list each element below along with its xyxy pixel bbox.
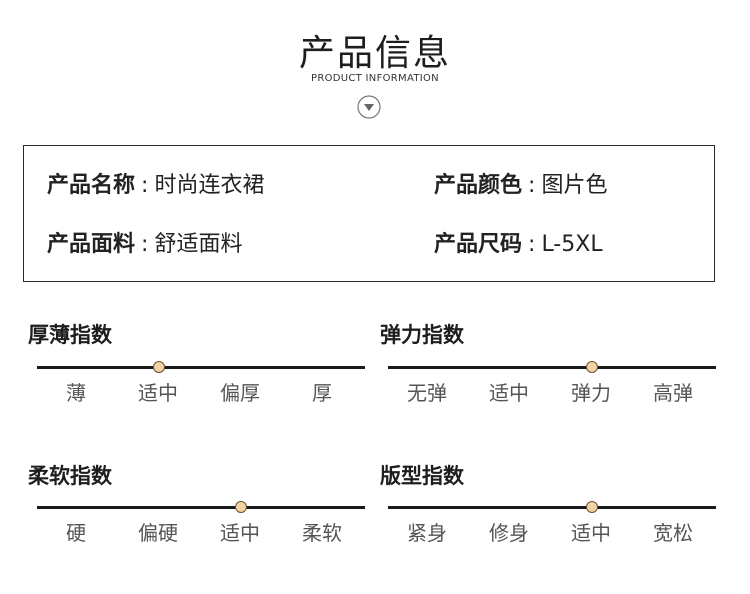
elasticity-option: 无弹 — [407, 381, 447, 405]
thickness-option: 偏厚 — [220, 381, 260, 405]
softness-option: 硬 — [66, 521, 86, 545]
thickness-option: 薄 — [66, 381, 86, 405]
product-fabric-value: 舒适面料 — [154, 232, 243, 257]
elasticity-option: 弹力 — [571, 381, 611, 405]
thickness-index-title: 厚薄指数 — [28, 323, 112, 347]
softness-option: 偏硬 — [138, 521, 178, 545]
thickness-option: 厚 — [312, 381, 332, 405]
softness-option: 适中 — [220, 521, 260, 545]
chevron-down-circle-icon — [357, 95, 381, 119]
product-size-value: L-5XL — [541, 232, 603, 257]
separator: : — [528, 173, 536, 198]
product-fabric-label: 产品面料 — [47, 232, 136, 257]
thickness-option: 适中 — [138, 381, 178, 405]
product-fabric-row: 产品面料: 舒适面料 — [47, 226, 242, 258]
elasticity-index-title: 弹力指数 — [380, 323, 464, 347]
softness-scale-line — [37, 506, 365, 509]
fit-scale-line — [388, 506, 716, 509]
product-name-value: 时尚连衣裙 — [154, 173, 265, 198]
product-color-row: 产品颜色: 图片色 — [434, 167, 607, 199]
fit-scale-marker — [586, 501, 598, 513]
softness-option: 柔软 — [302, 521, 342, 545]
product-info-box: 产品名称: 时尚连衣裙 产品颜色: 图片色 产品面料: 舒适面料 产品尺码: L-5XL — [23, 145, 715, 282]
elasticity-option: 高弹 — [653, 381, 693, 405]
fit-option: 紧身 — [407, 521, 447, 545]
elasticity-scale-marker — [586, 361, 598, 373]
thickness-scale-marker — [153, 361, 165, 373]
separator: : — [528, 232, 536, 257]
softness-scale-marker — [235, 501, 247, 513]
separator: : — [141, 232, 149, 257]
elasticity-scale-line — [388, 366, 716, 369]
softness-index-title: 柔软指数 — [28, 464, 112, 488]
fit-option: 适中 — [571, 521, 611, 545]
product-name-row: 产品名称: 时尚连衣裙 — [47, 167, 264, 199]
product-name-label: 产品名称 — [47, 173, 136, 198]
fit-option: 修身 — [489, 521, 529, 545]
product-color-label: 产品颜色 — [434, 173, 523, 198]
product-size-row: 产品尺码: L-5XL — [434, 226, 603, 258]
page-title: 产品信息 — [298, 33, 451, 74]
product-size-label: 产品尺码 — [434, 232, 523, 257]
fit-index-title: 版型指数 — [380, 464, 464, 488]
page-subtitle: PRODUCT INFORMATION — [311, 73, 439, 84]
fit-option: 宽松 — [653, 521, 693, 545]
product-color-value: 图片色 — [541, 173, 608, 198]
thickness-scale-line — [37, 366, 365, 369]
elasticity-option: 适中 — [489, 381, 529, 405]
separator: : — [141, 173, 149, 198]
